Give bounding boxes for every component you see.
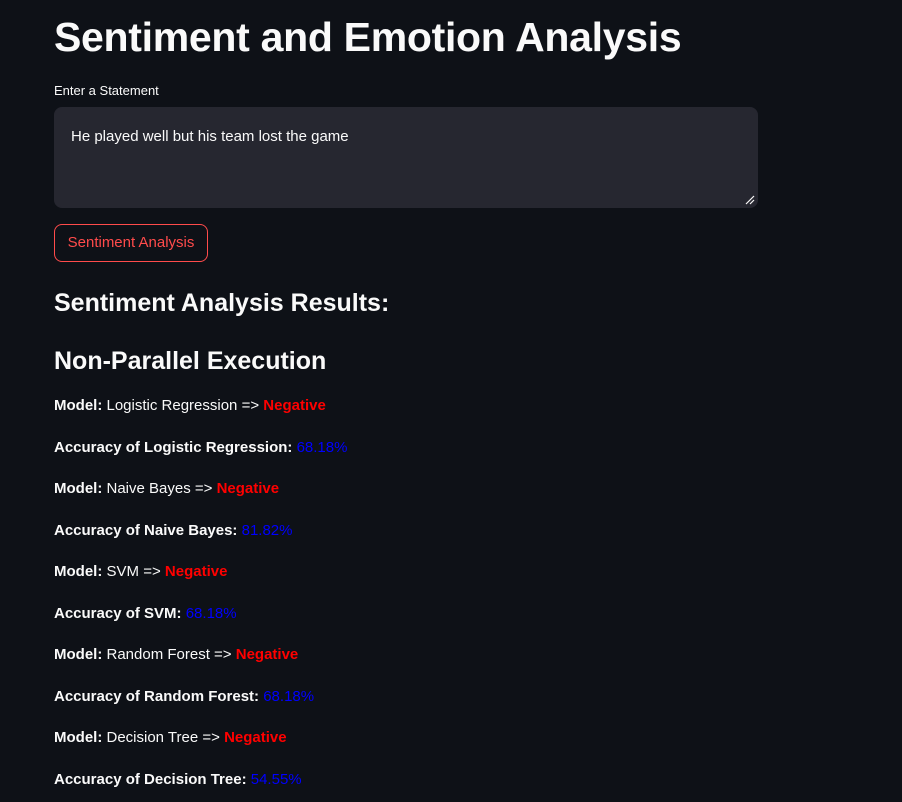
model-name: Logistic Regression <box>106 397 238 414</box>
results-list: Model: Logistic Regression => Negative A… <box>54 396 758 802</box>
statement-textarea[interactable]: He played well but his team lost the gam… <box>54 107 758 208</box>
accuracy-line: Accuracy of Logistic Regression: 68.18% <box>54 438 758 458</box>
accuracy-value: 81.82% <box>241 521 293 539</box>
model-result-line: Model: Logistic Regression => Negative <box>54 396 758 416</box>
arrow-text: => <box>202 729 220 746</box>
prediction-value: Negative <box>263 397 326 414</box>
accuracy-label: Accuracy of Logistic Regression: <box>54 438 293 456</box>
model-result-line: Model: Decision Tree => Negative <box>54 728 758 748</box>
accuracy-value: 68.18% <box>185 604 237 622</box>
prediction-value: Negative <box>235 646 299 663</box>
model-result-line: Model: Naive Bayes => Negative <box>54 479 758 499</box>
model-label: Model: <box>54 397 103 414</box>
accuracy-line: Accuracy of Decision Tree: 54.55% <box>54 770 758 790</box>
accuracy-line: Accuracy of Random Forest: 68.18% <box>54 687 758 707</box>
prediction-value: Negative <box>216 480 280 497</box>
model-label: Model: <box>54 646 103 663</box>
accuracy-value: 68.18% <box>263 687 315 705</box>
accuracy-label: Accuracy of Decision Tree: <box>54 770 247 788</box>
accuracy-line: Accuracy of SVM: 68.18% <box>54 604 758 624</box>
arrow-text: => <box>241 397 260 414</box>
resize-handle-icon[interactable] <box>744 194 755 205</box>
accuracy-value: 68.18% <box>296 438 348 456</box>
model-name: Naive Bayes <box>106 480 191 497</box>
accuracy-line: Accuracy of Naive Bayes: 81.82% <box>54 521 758 541</box>
prediction-value: Negative <box>224 729 287 746</box>
prediction-value: Negative <box>164 563 228 580</box>
results-heading: Sentiment Analysis Results: <box>54 289 390 317</box>
execution-mode-heading: Non-Parallel Execution <box>54 347 327 375</box>
accuracy-label: Accuracy of Random Forest: <box>54 687 260 705</box>
accuracy-label: Accuracy of SVM: <box>54 604 182 622</box>
accuracy-label: Accuracy of Naive Bayes: <box>54 521 238 539</box>
model-label: Model: <box>54 729 103 746</box>
model-label: Model: <box>54 480 103 497</box>
accuracy-value: 54.55% <box>250 770 302 788</box>
model-label: Model: <box>54 563 103 580</box>
arrow-text: => <box>214 646 232 663</box>
model-name: SVM <box>106 563 140 580</box>
model-result-line: Model: SVM => Negative <box>54 562 758 582</box>
model-name: Random Forest <box>106 646 210 663</box>
statement-input-label: Enter a Statement <box>54 83 159 98</box>
sentiment-analysis-button[interactable]: Sentiment Analysis <box>54 224 208 262</box>
arrow-text: => <box>194 480 213 497</box>
page-title: Sentiment and Emotion Analysis <box>54 14 682 60</box>
arrow-text: => <box>143 563 161 580</box>
app-page: Sentiment and Emotion Analysis Enter a S… <box>0 0 902 802</box>
model-result-line: Model: Random Forest => Negative <box>54 645 758 665</box>
model-name: Decision Tree <box>106 729 199 746</box>
